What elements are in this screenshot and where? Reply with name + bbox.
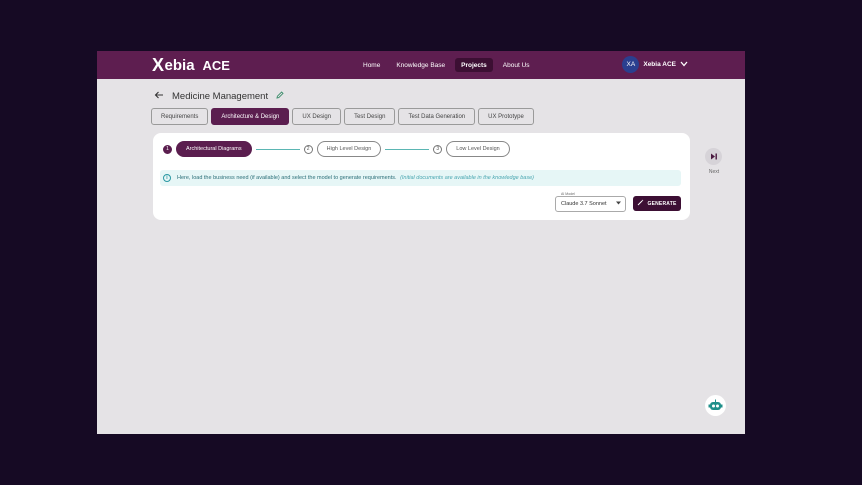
tab-architecture-design[interactable]: Architecture & Design <box>211 108 290 125</box>
ai-model-select[interactable]: AI Model Claude 3.7 Sonnet <box>555 192 626 212</box>
page-header: Medicine Management <box>154 90 284 102</box>
info-message: Here, load the business need (if availab… <box>177 175 397 181</box>
generate-button[interactable]: GENERATE <box>633 196 681 211</box>
logo-ace: ACE <box>202 57 230 73</box>
top-navigation-bar: X ebia ACE Home Knowledge Base Projects … <box>97 51 745 79</box>
main-nav: Home Knowledge Base Projects About Us <box>357 58 536 72</box>
info-text: Here, load the business need (if availab… <box>177 175 534 181</box>
ai-model-value: Claude 3.7 Sonnet <box>561 201 607 207</box>
info-icon: i <box>163 174 171 182</box>
step-number-1: 1 <box>163 144 172 154</box>
user-name: Xebia ACE <box>643 61 676 68</box>
chevron-down-icon <box>680 60 688 69</box>
tab-requirements[interactable]: Requirements <box>151 108 209 125</box>
step-number-3: 3 <box>433 144 443 154</box>
xebia-ace-logo[interactable]: X ebia ACE <box>152 54 230 75</box>
tab-test-design[interactable]: Test Design <box>344 108 396 125</box>
user-menu[interactable]: XA Xebia ACE <box>622 56 688 73</box>
nav-projects[interactable]: Projects <box>455 58 493 72</box>
step-architectural-diagrams[interactable]: Architectural Diagrams <box>176 141 252 157</box>
nav-knowledge-base[interactable]: Knowledge Base <box>390 58 451 72</box>
avatar: XA <box>622 56 640 73</box>
info-note: (Initial documents are available in the … <box>400 175 534 181</box>
generation-card: 1 Architectural Diagrams 2 High Level De… <box>153 133 690 220</box>
next-label: Next <box>708 169 720 175</box>
logo-x: X <box>152 54 164 75</box>
ai-model-label: AI Model <box>560 192 576 196</box>
phase-tabs: Requirements Architecture & Design UX De… <box>151 108 534 125</box>
tab-test-data-generation[interactable]: Test Data Generation <box>398 108 476 125</box>
next-control: Next <box>705 148 723 175</box>
step-low-level-design[interactable]: Low Level Design <box>446 141 510 157</box>
nav-about-us[interactable]: About Us <box>497 58 536 72</box>
skip-next-icon[interactable] <box>705 148 722 165</box>
logo-wordmark: ebia <box>164 56 195 74</box>
app-window: X ebia ACE Home Knowledge Base Projects … <box>97 51 745 434</box>
stepper: 1 Architectural Diagrams 2 High Level De… <box>163 141 510 157</box>
generate-label: GENERATE <box>647 200 677 207</box>
caret-down-icon <box>616 201 621 207</box>
magic-wand-icon <box>637 199 644 208</box>
back-arrow-icon[interactable] <box>154 90 164 102</box>
info-banner: i Here, load the business need (if avail… <box>160 170 681 186</box>
step-high-level-design[interactable]: High Level Design <box>316 141 382 157</box>
step-connector <box>255 148 300 150</box>
nav-home[interactable]: Home <box>357 58 386 72</box>
step-connector <box>385 148 430 150</box>
chatbot-icon[interactable] <box>705 395 726 416</box>
step-number-2: 2 <box>303 144 313 154</box>
tab-ux-design[interactable]: UX Design <box>292 108 342 125</box>
page-title: Medicine Management <box>172 90 269 102</box>
tab-ux-prototype[interactable]: UX Prototype <box>478 108 534 125</box>
pencil-icon[interactable] <box>276 91 284 101</box>
